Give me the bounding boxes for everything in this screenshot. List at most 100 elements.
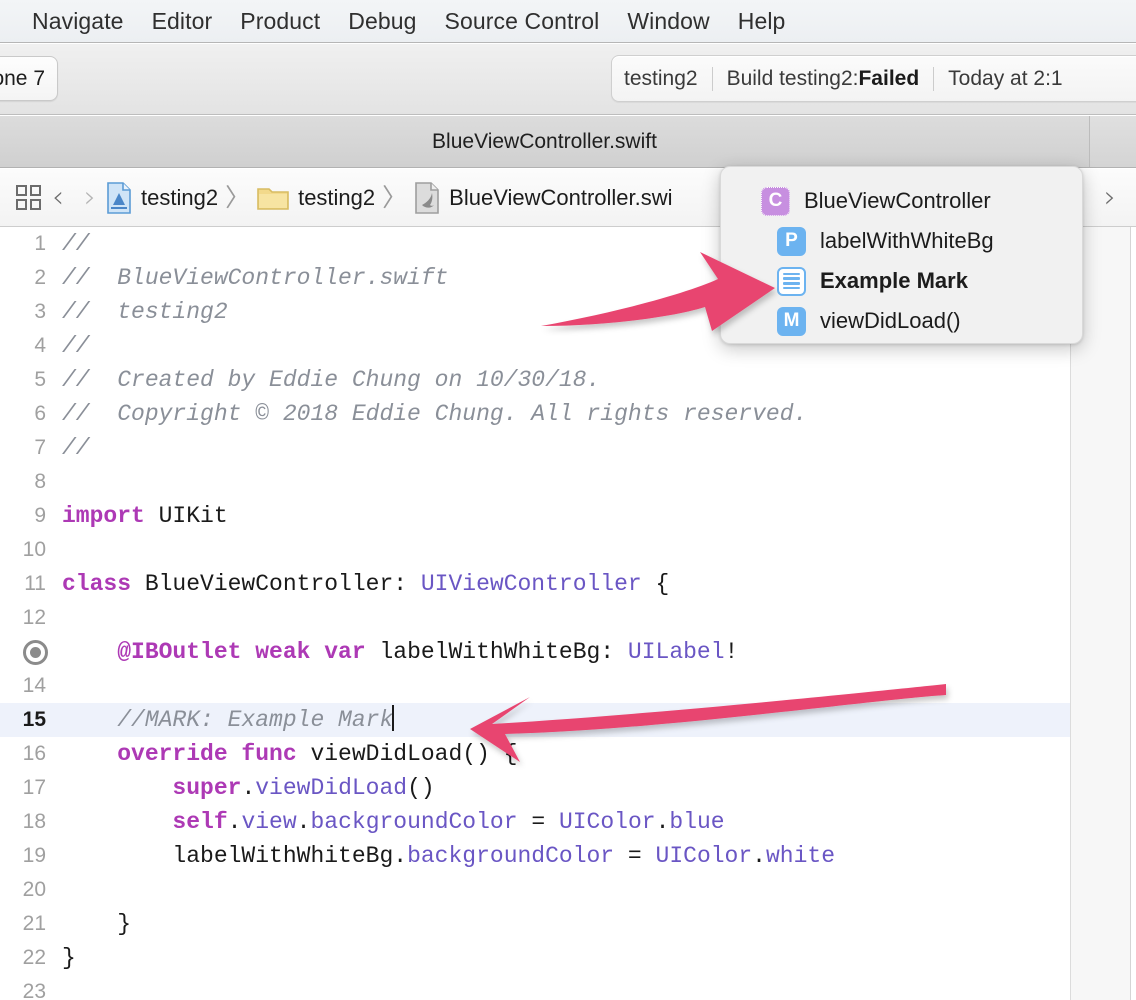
code-line[interactable]: 6 // Copyright © 2018 Eddie Chung. All ri…	[0, 397, 1070, 431]
code-line[interactable]: 9 import UIKit	[0, 499, 1070, 533]
line-number: 14	[22, 674, 46, 697]
line-number: 3	[34, 300, 46, 323]
code-line[interactable]: 7 //	[0, 431, 1070, 465]
code-line-text: @IBOutlet weak var labelWithWhiteBg: UIL…	[62, 639, 739, 665]
scheme-device-selector[interactable]: hone 7	[0, 56, 58, 101]
popup-item-property[interactable]: P labelWithWhiteBg	[721, 221, 1082, 261]
code-line[interactable]: 22}	[0, 941, 1070, 975]
popup-item-class[interactable]: C BlueViewController	[721, 181, 1082, 221]
popup-item-method[interactable]: M viewDidLoad()	[721, 301, 1082, 341]
code-line[interactable]: 19 labelWithWhiteBg.backgroundColor = UI…	[0, 839, 1070, 873]
status-divider-1	[711, 66, 713, 91]
line-number: 21	[22, 912, 46, 935]
toolbar: hone 7 testing2 Build testing2: Failed T…	[0, 44, 1136, 115]
popup-item-method-label: viewDidLoad()	[820, 308, 961, 333]
device-label: hone 7	[0, 66, 45, 90]
menu-bar: Navigate Editor Product Debug Source Con…	[0, 0, 1136, 43]
line-number: 2	[34, 266, 46, 289]
code-line[interactable]: @IBOutlet weak var labelWithWhiteBg: UIL…	[0, 635, 1070, 669]
line-number: 8	[34, 470, 46, 493]
line-number: 20	[22, 878, 46, 901]
tab-blueviewcontroller-swift[interactable]: BlueViewController.swift	[0, 116, 1090, 167]
code-line[interactable]: 15 //MARK: Example Mark	[0, 703, 1070, 737]
breadcrumb-folder-label: testing2	[298, 184, 376, 210]
jump-bar-next-icon[interactable]: ›	[1094, 182, 1126, 213]
code-line-text: import UIKit	[62, 503, 228, 529]
code-line[interactable]: 10	[0, 533, 1070, 567]
popup-item-property-label: labelWithWhiteBg	[820, 228, 994, 253]
code-line[interactable]: 14	[0, 669, 1070, 703]
status-build-label: Build testing2:	[726, 66, 859, 90]
line-number: 18	[22, 810, 46, 833]
code-line[interactable]: 16 override func viewDidLoad() {	[0, 737, 1070, 771]
activity-status-bar[interactable]: testing2 Build testing2: Failed Today at…	[611, 55, 1136, 102]
menu-item-product[interactable]: Product	[226, 8, 334, 35]
breadcrumb-project[interactable]: testing2	[106, 181, 219, 214]
breadcrumb-project-label: testing2	[141, 184, 219, 210]
utilities-pane	[1071, 227, 1131, 1000]
menu-item-debug[interactable]: Debug	[334, 8, 430, 35]
code-line-text: }	[62, 911, 132, 937]
related-items-glyph	[16, 184, 41, 210]
code-line[interactable]: 8	[0, 465, 1070, 499]
menu-item-help[interactable]: Help	[724, 8, 800, 35]
code-line[interactable]: 18 self.view.backgroundColor = UIColor.b…	[0, 805, 1070, 839]
tab-bar: BlueViewController.swift	[0, 116, 1136, 168]
line-number: 22	[22, 946, 46, 969]
line-number: 10	[22, 538, 46, 561]
line-number: 1	[34, 232, 46, 255]
line-number: 12	[22, 606, 46, 629]
line-number: 6	[34, 402, 46, 425]
swift-file-icon	[415, 181, 439, 214]
breadcrumb-file[interactable]: BlueViewController.swi	[414, 181, 673, 214]
symbol-jump-popup[interactable]: C BlueViewController P labelWithWhiteBg …	[720, 166, 1083, 344]
code-line-text: labelWithWhiteBg.backgroundColor = UICol…	[62, 843, 835, 869]
line-number: 11	[24, 572, 46, 595]
breakpoint-indicator-icon[interactable]	[0, 639, 62, 665]
mark-lines-glyph	[783, 272, 800, 290]
line-number: 23	[22, 980, 46, 1000]
line-number: 5	[34, 368, 46, 391]
breadcrumb-file-label: BlueViewController.swi	[449, 184, 673, 210]
status-timestamp: Today at 2:1	[948, 66, 1063, 90]
line-number: 15	[22, 708, 46, 731]
navigate-back-icon[interactable]: ‹	[42, 182, 74, 213]
line-number: 4	[34, 334, 46, 357]
class-symbol-icon: C	[761, 186, 790, 216]
breadcrumb-folder[interactable]: testing2	[257, 185, 375, 211]
menu-item-editor[interactable]: Editor	[138, 8, 227, 35]
code-line[interactable]: 21 }	[0, 907, 1070, 941]
code-line[interactable]: 20	[0, 873, 1070, 907]
code-line[interactable]: 11 class BlueViewController: UIViewContro…	[0, 567, 1070, 601]
code-line-text: class BlueViewController: UIViewControll…	[62, 571, 670, 597]
related-items-icon[interactable]	[16, 184, 42, 211]
popup-item-mark[interactable]: Example Mark	[721, 261, 1082, 301]
project-icon	[107, 181, 131, 214]
code-line[interactable]: 23	[0, 975, 1070, 1000]
breadcrumb-separator-1: 〉	[225, 183, 251, 212]
navigate-forward-icon[interactable]: ›	[74, 182, 106, 213]
code-line[interactable]: 5 // Created by Eddie Chung on 10/30/18.	[0, 363, 1070, 397]
line-number: 19	[22, 844, 46, 867]
property-symbol-icon: P	[777, 226, 806, 256]
status-build-result: Failed	[858, 66, 920, 90]
method-symbol-icon: M	[777, 306, 806, 336]
breadcrumb-separator-2: 〉	[382, 183, 408, 212]
status-divider-2	[933, 66, 935, 91]
menu-item-navigate[interactable]: Navigate	[18, 8, 138, 35]
code-line-text: // Created by Eddie Chung on 10/30/18.	[62, 367, 601, 393]
code-line-text: self.view.backgroundColor = UIColor.blue	[62, 809, 725, 835]
code-line-text: //MARK: Example Mark	[62, 705, 395, 733]
code-line[interactable]: 12	[0, 601, 1070, 635]
mark-symbol-icon	[777, 266, 806, 296]
folder-icon	[257, 187, 289, 210]
code-line-text: // Copyright © 2018 Eddie Chung. All rig…	[62, 401, 808, 427]
xcode-window: Navigate Editor Product Debug Source Con…	[0, 0, 1136, 1000]
code-line-text: super.viewDidLoad()	[62, 775, 435, 801]
code-line[interactable]: 17 super.viewDidLoad()	[0, 771, 1070, 805]
window-right-edge	[1131, 227, 1136, 1000]
text-cursor	[392, 705, 395, 731]
menu-item-window[interactable]: Window	[613, 8, 723, 35]
line-number: 9	[34, 504, 46, 527]
menu-item-source-control[interactable]: Source Control	[431, 8, 614, 35]
